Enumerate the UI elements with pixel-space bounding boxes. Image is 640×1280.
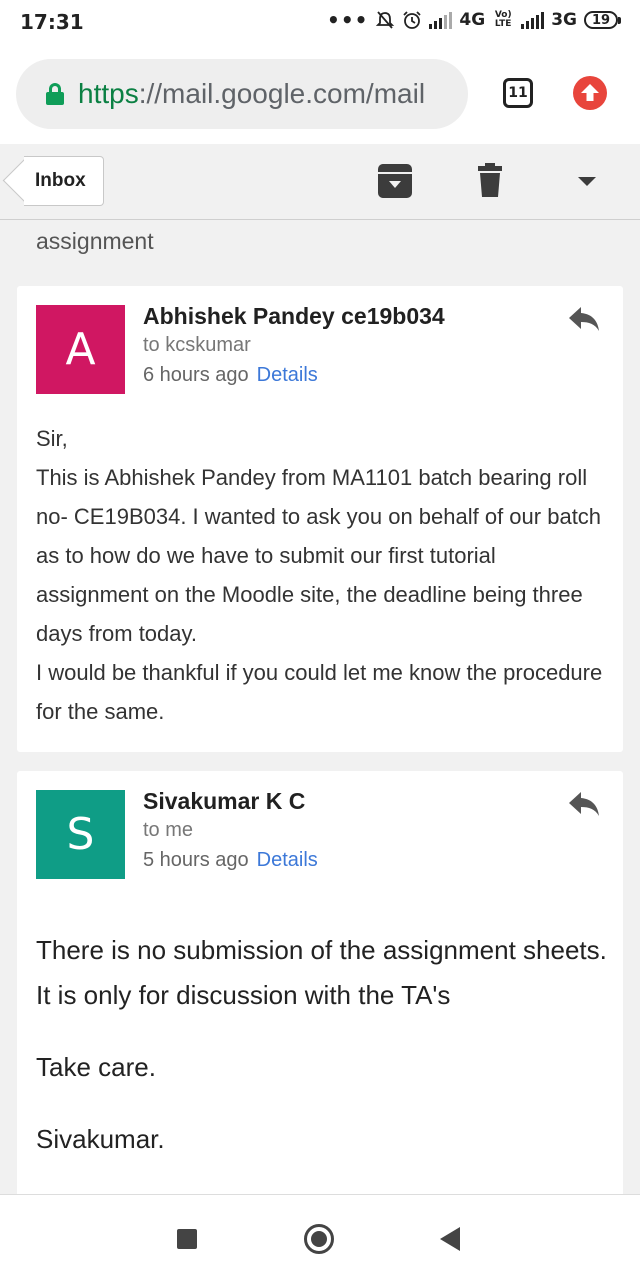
details-link[interactable]: Details (257, 364, 318, 386)
lock-icon[interactable] (46, 83, 64, 105)
volte-label: Vo) LTE (494, 10, 512, 29)
browser-toolbar: https://mail.google.com/mail 11 (0, 44, 640, 144)
message-meta: 6 hours ago Details (143, 364, 318, 387)
recents-icon[interactable] (177, 1229, 197, 1249)
body-paragraph: Sivakumar. (36, 1124, 165, 1154)
url-scheme: https (78, 78, 139, 109)
reply-icon[interactable] (567, 790, 601, 818)
reply-icon[interactable] (567, 305, 601, 333)
sender-name[interactable]: Abhishek Pandey ce19b034 (143, 303, 445, 330)
message-card: S Sivakumar K C to me 5 hours ago Details… (17, 771, 623, 1201)
message-body: There is no submission of the assignment… (36, 928, 608, 1189)
tab-switcher-icon[interactable]: 11 (503, 78, 533, 108)
recipient-line: to me (143, 819, 194, 841)
url-host: ://mail.google.com/mail (138, 78, 426, 109)
message-meta: 5 hours ago Details (143, 849, 318, 872)
network-type-2: 3G (551, 10, 577, 30)
more-dots-icon: ••• (327, 8, 369, 32)
network-type-1: 4G (459, 10, 486, 30)
message-time: 5 hours ago (143, 849, 249, 871)
alarm-icon (403, 11, 422, 29)
message-body: Sir, This is Abhishek Pandey from MA1101… (36, 419, 608, 731)
sender-name[interactable]: Sivakumar K C (143, 788, 305, 815)
mail-toolbar: Inbox (0, 144, 640, 220)
body-line: I would be thankful if you could let me … (36, 660, 603, 724)
system-nav-bar (0, 1194, 640, 1280)
home-icon[interactable] (304, 1224, 334, 1254)
more-dropdown-icon[interactable] (576, 174, 598, 188)
signal-icon (521, 11, 545, 29)
delete-icon[interactable] (476, 162, 504, 200)
back-to-inbox-button[interactable]: Inbox (24, 156, 104, 206)
status-bar: 17:31 ••• 4G Vo) LTE 3G 19 (0, 0, 640, 44)
status-time: 17:31 (20, 10, 84, 34)
update-icon[interactable] (573, 76, 607, 110)
message-time: 6 hours ago (143, 364, 249, 386)
url-text[interactable]: https://mail.google.com/mail (78, 78, 425, 110)
status-icons: ••• 4G Vo) LTE 3G 19 (327, 8, 621, 32)
body-paragraph: There is no submission of the assignment… (36, 935, 607, 1010)
archive-icon[interactable] (376, 162, 414, 200)
details-link[interactable]: Details (257, 849, 318, 871)
body-line: This is Abhishek Pandey from MA1101 batc… (36, 465, 602, 646)
back-icon[interactable] (440, 1227, 460, 1251)
mute-icon (376, 11, 395, 29)
url-bar[interactable]: https://mail.google.com/mail (16, 59, 468, 129)
avatar[interactable]: A (36, 305, 125, 394)
tab-count: 11 (508, 85, 528, 101)
message-card: A Abhishek Pandey ce19b034 to kcskumar 6… (17, 286, 623, 752)
battery-level: 19 (591, 12, 611, 28)
battery-icon: 19 (584, 11, 621, 29)
body-paragraph: Take care. (36, 1052, 156, 1082)
avatar[interactable]: S (36, 790, 125, 879)
signal-icon (429, 11, 453, 29)
thread-subject: assignment (36, 228, 154, 254)
body-line: Sir, (36, 426, 68, 451)
recipient-line: to kcskumar (143, 334, 251, 356)
